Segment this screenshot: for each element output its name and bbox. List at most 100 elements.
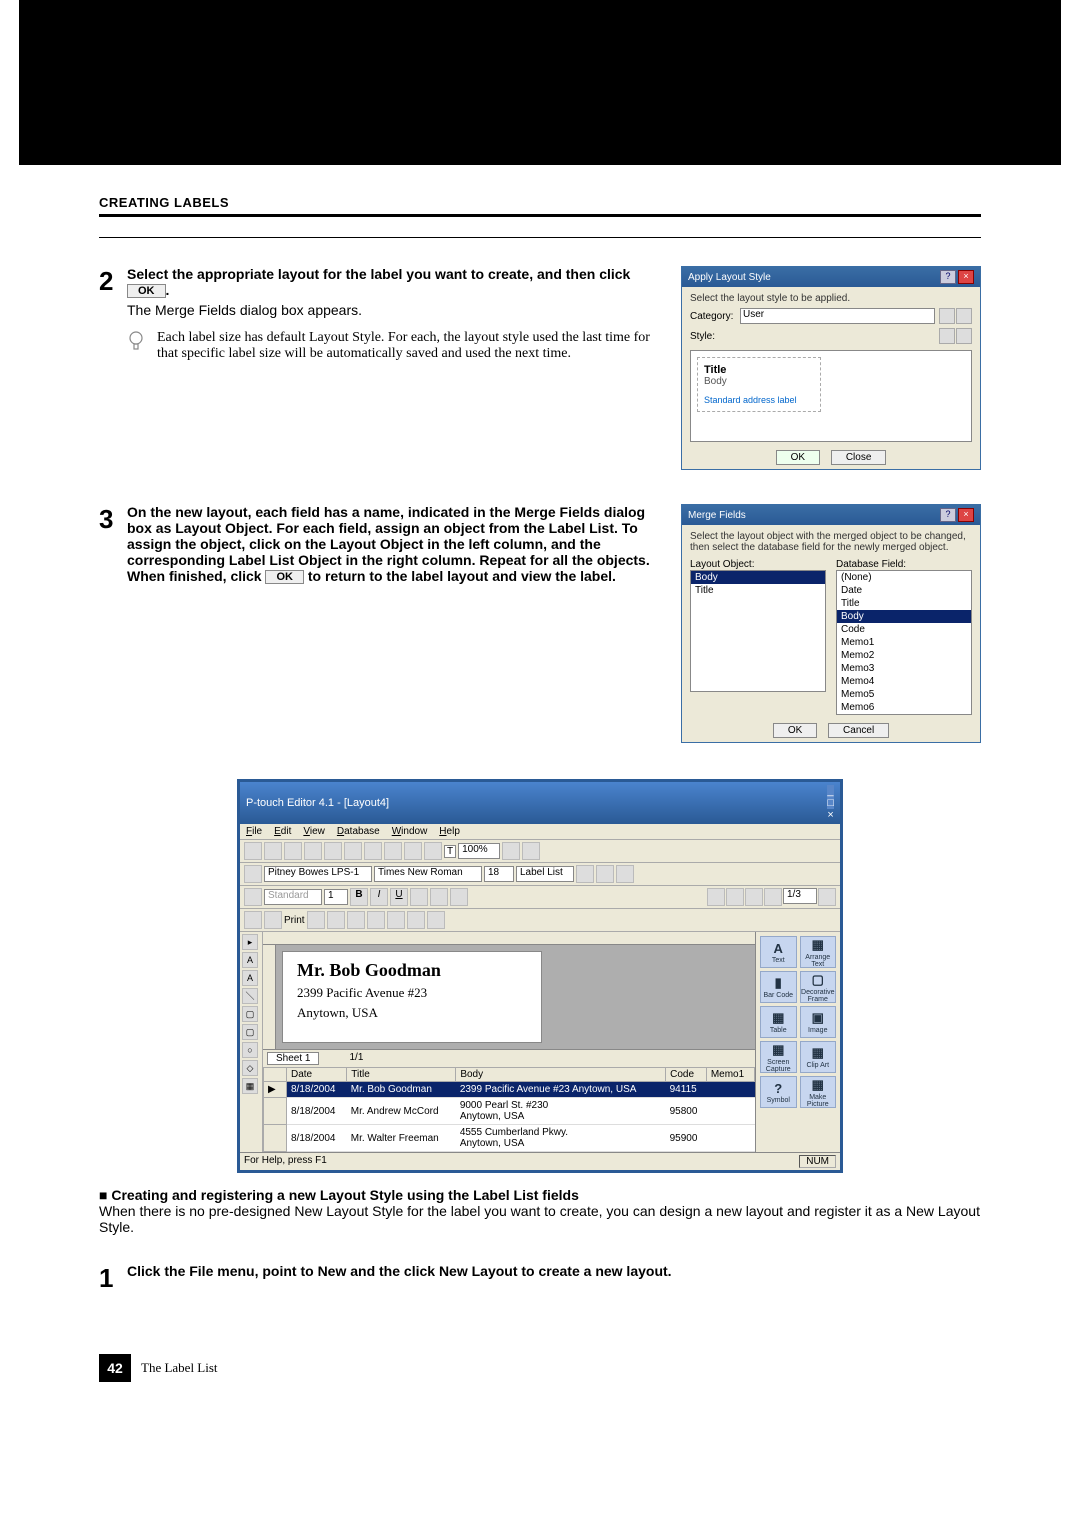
layout-item[interactable]: Body	[691, 571, 825, 584]
last-icon[interactable]	[764, 888, 782, 906]
editor-menubar[interactable]: File Edit View Database Window Help	[240, 824, 840, 840]
db-item[interactable]: Date	[837, 584, 971, 597]
ellipse-icon[interactable]: ○	[242, 1042, 258, 1058]
text-tool-icon[interactable]: A	[242, 970, 258, 986]
side-tool-icon[interactable]	[778, 1114, 794, 1130]
close-icon[interactable]: ×	[958, 270, 974, 284]
db-item[interactable]: Body	[837, 610, 971, 623]
menu-item[interactable]: File	[246, 826, 262, 837]
paste-icon[interactable]	[384, 842, 402, 860]
close-icon[interactable]: ×	[958, 508, 974, 522]
table-row[interactable]: ▶8/18/2004Mr. Bob Goodman2399 Pacific Av…	[264, 1082, 755, 1098]
db-item[interactable]: Memo4	[837, 675, 971, 688]
sheet-next-icon[interactable]	[365, 1052, 377, 1064]
tool-icon[interactable]	[616, 865, 634, 883]
layout-object-list[interactable]: BodyTitle	[690, 570, 826, 692]
side-tool-icon[interactable]	[796, 1114, 812, 1130]
print-tool-icon[interactable]	[264, 911, 282, 929]
help-icon[interactable]: ?	[940, 270, 956, 284]
side-panel-item[interactable]: ?Symbol	[760, 1076, 797, 1108]
table-header[interactable]: Title	[347, 1068, 456, 1082]
db-item[interactable]: Title	[837, 597, 971, 610]
sheet-first-icon[interactable]	[321, 1052, 333, 1064]
copy-icon[interactable]	[364, 842, 382, 860]
tool-icon[interactable]	[450, 888, 468, 906]
save-icon[interactable]	[284, 842, 302, 860]
close-icon[interactable]: ×	[827, 809, 834, 821]
minimize-icon[interactable]: _	[827, 785, 834, 797]
table-header[interactable]: Body	[456, 1068, 666, 1082]
side-tool-icon[interactable]	[760, 1114, 776, 1130]
db-item[interactable]: Memo6	[837, 701, 971, 714]
layout-item[interactable]: Title	[691, 584, 825, 597]
tool-icon[interactable]	[818, 888, 836, 906]
db-item[interactable]: (None)	[837, 571, 971, 584]
merge-cancel-button[interactable]: Cancel	[828, 723, 889, 738]
style-edit-icon[interactable]	[939, 328, 955, 344]
font-color-icon[interactable]	[410, 888, 428, 906]
tool-icon[interactable]	[576, 865, 594, 883]
underline-icon[interactable]: U	[390, 888, 408, 906]
editor-canvas[interactable]: Mr. Bob Goodman 2399 Pacific Avenue #23 …	[263, 932, 755, 1049]
tool-icon[interactable]	[327, 911, 345, 929]
tool-icon[interactable]	[407, 911, 425, 929]
zoom-icon[interactable]	[502, 842, 520, 860]
menu-item[interactable]: Database	[337, 826, 380, 837]
tool-icon[interactable]	[307, 911, 325, 929]
label-preview[interactable]: Mr. Bob Goodman 2399 Pacific Avenue #23 …	[282, 951, 542, 1043]
db-item[interactable]: Memo2	[837, 649, 971, 662]
delete-icon[interactable]	[956, 308, 972, 324]
align-left-icon[interactable]	[347, 911, 365, 929]
rrect-icon[interactable]: ▢	[242, 1024, 258, 1040]
font-select[interactable]: Times New Roman	[374, 866, 482, 882]
first-icon[interactable]	[707, 888, 725, 906]
new-icon[interactable]	[244, 842, 262, 860]
printer-select[interactable]: Pitney Bowes LPS-1	[264, 866, 372, 882]
merge-ok-button[interactable]: OK	[773, 723, 817, 738]
text-tool-icon[interactable]: A	[242, 952, 258, 968]
preview-icon[interactable]	[324, 842, 342, 860]
maximize-icon[interactable]: □	[827, 797, 834, 809]
side-panel-item[interactable]: ▦Clip Art	[800, 1041, 837, 1073]
align-center-icon[interactable]	[367, 911, 385, 929]
menu-item[interactable]: Edit	[274, 826, 291, 837]
table-row[interactable]: 8/18/2004Mr. Walter Freeman4555 Cumberla…	[264, 1125, 755, 1152]
style-delete-icon[interactable]	[956, 328, 972, 344]
help-icon[interactable]	[522, 842, 540, 860]
side-panel-item[interactable]: ▦Make Picture	[800, 1076, 837, 1108]
apply-ok-button[interactable]: OK	[776, 450, 820, 465]
category-select[interactable]: User	[740, 308, 935, 324]
menu-item[interactable]: Window	[392, 826, 428, 837]
menu-item[interactable]: Help	[439, 826, 460, 837]
align-right-icon[interactable]	[387, 911, 405, 929]
side-panel-item[interactable]: AText	[760, 936, 797, 968]
label-list-button[interactable]: Label List	[516, 866, 574, 882]
sheet-tab[interactable]: Sheet 1	[267, 1052, 319, 1065]
bold-icon[interactable]: B	[350, 888, 368, 906]
table-header[interactable]: Code	[666, 1068, 707, 1082]
line-icon[interactable]: ＼	[242, 988, 258, 1004]
db-item[interactable]: Code	[837, 623, 971, 636]
db-item[interactable]: Memo5	[837, 688, 971, 701]
tool-icon[interactable]	[430, 888, 448, 906]
new-icon[interactable]	[939, 308, 955, 324]
db-item[interactable]: Memo3	[837, 662, 971, 675]
frame-icon[interactable]	[244, 911, 262, 929]
tool-icon[interactable]	[596, 865, 614, 883]
side-panel-item[interactable]: ▢Decorative Frame	[800, 971, 837, 1003]
rect-icon[interactable]: ▢	[242, 1006, 258, 1022]
side-panel-item[interactable]: ▦Screen Capture	[760, 1041, 797, 1073]
pointer-icon[interactable]: ▸	[242, 934, 258, 950]
printer-icon[interactable]	[244, 865, 262, 883]
help-icon[interactable]: ?	[940, 508, 956, 522]
image-icon[interactable]: ▦	[242, 1078, 258, 1094]
db-item[interactable]: Memo1	[837, 636, 971, 649]
side-panel-item[interactable]: ▦Table	[760, 1006, 797, 1038]
menu-item[interactable]: View	[303, 826, 325, 837]
prev-icon[interactable]	[726, 888, 744, 906]
sheet-prev-icon[interactable]	[335, 1052, 347, 1064]
next-icon[interactable]	[745, 888, 763, 906]
open-icon[interactable]	[264, 842, 282, 860]
side-panel-item[interactable]: ▦Arrange Text	[800, 936, 837, 968]
apply-close-button[interactable]: Close	[831, 450, 887, 465]
